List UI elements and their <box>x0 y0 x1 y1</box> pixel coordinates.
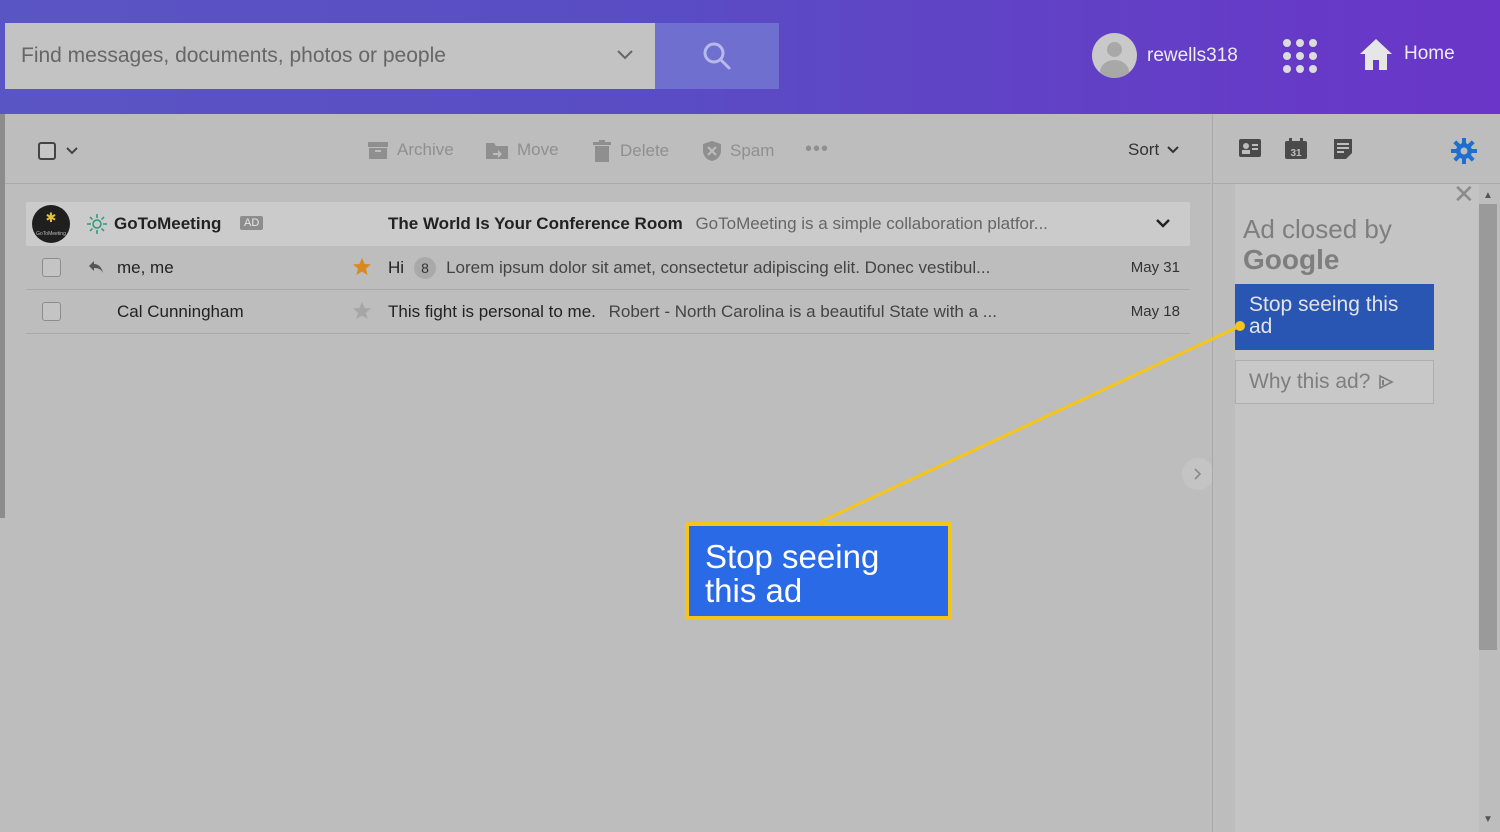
scrollbar-thumb[interactable] <box>1479 204 1497 650</box>
select-all[interactable] <box>38 142 78 160</box>
gotomeeting-logo: ✱ GoToMeeting <box>32 205 70 243</box>
home-label: Home <box>1404 43 1455 64</box>
spam-button[interactable]: Spam <box>702 140 774 162</box>
top-header: Find messages, documents, photos or peop… <box>0 0 1500 114</box>
archive-button[interactable]: Archive <box>367 140 454 160</box>
message-list-pane: Archive Move Delete Spam ••• Sort ✱ GoToM… <box>5 114 1211 832</box>
ad-subject: The World Is Your Conference Room GoToMe… <box>388 214 1048 233</box>
search-placeholder: Find messages, documents, photos or peop… <box>21 44 446 67</box>
stop-seeing-ad-button[interactable]: Stop seeing this ad <box>1235 284 1434 350</box>
message-subject: Hi 8 Lorem ipsum dolor sit amet, consectet… <box>388 256 991 279</box>
folder-move-icon <box>486 143 508 159</box>
apps-grid-icon[interactable] <box>1283 39 1317 73</box>
thread-count: 8 <box>414 256 437 279</box>
settings-gear-icon[interactable] <box>1451 138 1477 164</box>
archive-icon <box>368 142 388 159</box>
chevron-right-icon <box>1194 468 1202 480</box>
right-rail: 31 ✕ Ad closed by Google Stop seeing thi… <box>1212 114 1500 832</box>
delete-button[interactable]: Delete <box>592 140 669 162</box>
callout-label: Stop seeing this ad <box>685 522 952 620</box>
notepad-icon[interactable] <box>1333 138 1353 160</box>
message-date: May 31 <box>1130 259 1180 276</box>
ad-badge: AD <box>240 216 264 230</box>
more-actions-icon[interactable]: ••• <box>805 138 829 161</box>
select-all-checkbox[interactable] <box>38 142 56 160</box>
chevron-down-icon[interactable] <box>66 147 78 155</box>
google-logo: Google <box>1243 244 1340 275</box>
expand-pane-button[interactable] <box>1182 458 1214 490</box>
user-account[interactable]: rewells318 <box>1092 33 1238 78</box>
scroll-up-arrow[interactable]: ▲ <box>1483 190 1493 201</box>
home-link[interactable]: Home <box>1358 37 1455 71</box>
chevron-down-icon[interactable] <box>1156 219 1170 228</box>
message-subject: This fight is personal to me. Robert - N… <box>388 301 997 321</box>
ad-closed-text: Ad closed by <box>1243 214 1392 244</box>
scroll-down-arrow[interactable]: ▼ <box>1483 814 1493 825</box>
right-rail-toolbar: 31 <box>1213 114 1500 184</box>
star-icon-filled[interactable] <box>352 257 372 277</box>
close-icon[interactable]: ✕ <box>1453 181 1475 207</box>
sort-button[interactable]: Sort <box>1128 140 1179 160</box>
search-icon <box>703 42 731 70</box>
calendar-icon[interactable]: 31 <box>1284 138 1308 160</box>
message-sender: me, me <box>117 257 174 277</box>
search-input[interactable]: Find messages, documents, photos or peop… <box>5 23 655 89</box>
reply-icon <box>89 261 103 273</box>
message-sender: Cal Cunningham <box>117 301 244 321</box>
message-checkbox[interactable] <box>42 302 61 321</box>
message-row[interactable]: me, me Hi 8 Lorem ipsum dolor sit amet, co… <box>26 246 1190 290</box>
search-button[interactable] <box>655 23 779 89</box>
trash-icon <box>593 140 611 162</box>
shield-icon <box>703 141 721 161</box>
star-icon[interactable] <box>352 301 372 321</box>
message-row[interactable]: Cal Cunningham This fight is personal to… <box>26 290 1190 334</box>
message-date: May 18 <box>1130 303 1180 320</box>
sponsored-message-row[interactable]: ✱ GoToMeeting GoToMeeting AD The World Is… <box>26 202 1190 246</box>
message-checkbox[interactable] <box>42 258 61 277</box>
ad-panel: ✕ Ad closed by Google Stop seeing this a… <box>1235 181 1479 832</box>
chevron-down-icon <box>1167 146 1179 154</box>
ad-sender: GoToMeeting <box>114 214 222 233</box>
chevron-down-icon[interactable] <box>595 47 655 65</box>
svg-text:31: 31 <box>1290 148 1302 159</box>
why-this-ad-button[interactable]: Why this ad? <box>1235 360 1434 404</box>
contacts-icon[interactable] <box>1238 138 1262 158</box>
avatar <box>1092 33 1137 78</box>
adchoices-icon <box>1379 374 1395 390</box>
sparkle-dollar-icon <box>87 214 107 234</box>
move-button[interactable]: Move <box>485 140 559 160</box>
home-icon <box>1360 39 1392 70</box>
username: rewells318 <box>1147 44 1238 66</box>
message-toolbar: Archive Move Delete Spam ••• Sort <box>5 114 1211 184</box>
